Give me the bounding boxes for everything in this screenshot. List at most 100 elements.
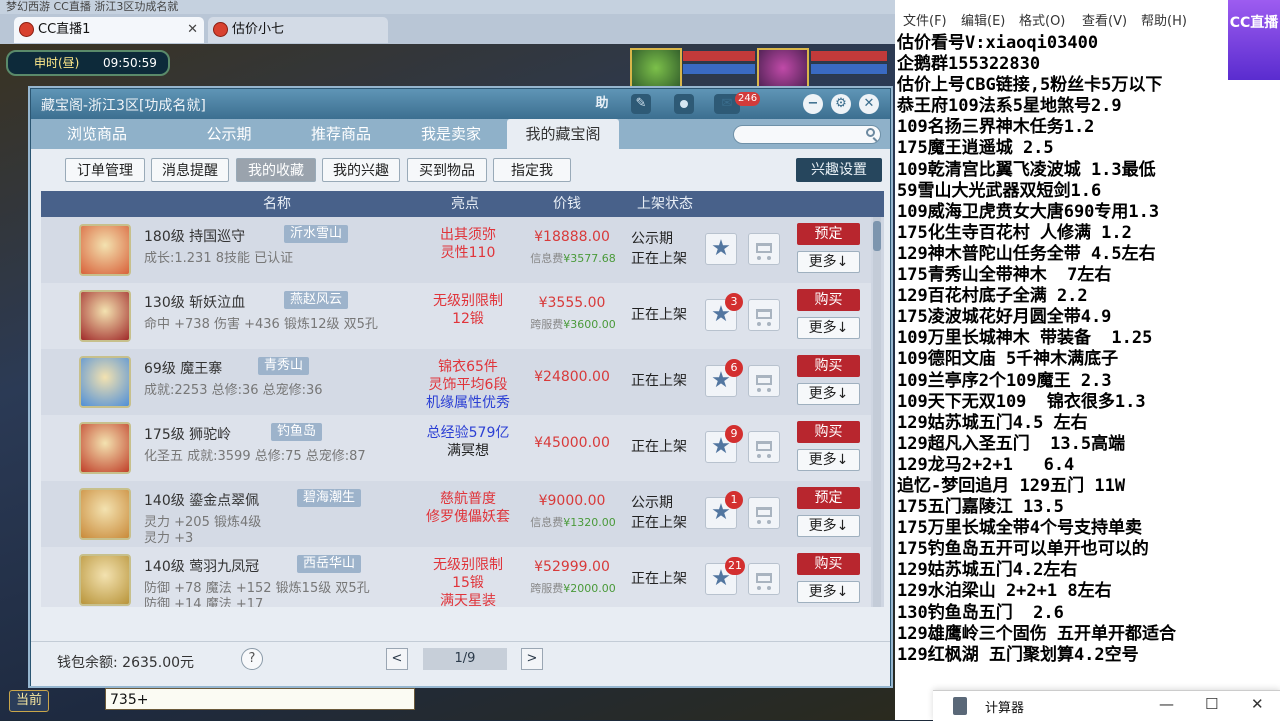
notepad-line: 175魔王逍遥城 2.5 <box>897 138 1054 159</box>
status-line: 公示期 <box>631 495 673 511</box>
more-button[interactable]: 更多↓ <box>797 317 860 339</box>
chat-input[interactable]: 735+ <box>105 688 415 710</box>
buy-button[interactable]: 购买 <box>797 355 860 377</box>
subtab-favorites[interactable]: 我的收藏 <box>236 158 316 182</box>
buy-button[interactable]: 购买 <box>797 553 860 575</box>
reserve-button[interactable]: 预定 <box>797 223 860 245</box>
favorite-star-icon[interactable]: ★ <box>705 233 737 265</box>
buy-button[interactable]: 购买 <box>797 289 860 311</box>
menu-format[interactable]: 格式(O) <box>1019 10 1065 29</box>
scrollbar[interactable] <box>873 217 881 607</box>
cart-icon[interactable] <box>748 233 780 265</box>
item-title[interactable]: 69级 魔王寨 <box>144 358 222 378</box>
item-thumbnail[interactable] <box>79 554 131 606</box>
item-thumbnail[interactable] <box>79 422 131 474</box>
item-attributes: 化圣五 成就:3599 总修:75 总宠修:87 <box>144 449 414 465</box>
window-titlebar[interactable]: 藏宝阁-浙江3区[功成名就] 助 ✎ ✉ 246 − ⚙ ✕ <box>31 89 890 119</box>
item-thumbnail[interactable] <box>79 224 131 276</box>
table-row[interactable]: 180级 持国巡守 沂水雪山 成长:1.231 8技能 已认证 出其须弥 灵性110 ¥1… <box>41 217 871 284</box>
tab-cc-live[interactable]: CC直播1 ✕ <box>14 17 204 43</box>
menu-edit[interactable]: 编辑(E) <box>961 10 1005 29</box>
status-line: 正在上架 <box>631 439 687 455</box>
more-button[interactable]: 更多↓ <box>797 251 860 273</box>
subtab-messages[interactable]: 消息提醒 <box>151 158 229 182</box>
player-portrait[interactable] <box>757 48 809 92</box>
table-row[interactable]: 130级 斩妖泣血 燕赵风云 命中 +738 伤害 +436 锻炼12级 双5孔 无级… <box>41 283 871 350</box>
record-icon[interactable] <box>674 94 694 114</box>
cart-icon[interactable] <box>748 431 780 463</box>
search-input[interactable] <box>733 125 881 144</box>
minimize-icon[interactable]: − <box>803 94 823 114</box>
tab-my-pavilion[interactable]: 我的藏宝阁 <box>507 119 619 149</box>
item-thumbnail[interactable] <box>79 290 131 342</box>
notepad-line: 130钓鱼岛五门 2.6 <box>897 602 1064 623</box>
cart-icon[interactable] <box>748 563 780 595</box>
column-name: 名称 <box>263 196 291 212</box>
table-row[interactable]: 140级 莺羽九凤冠 西岳华山 防御 +78 魔法 +152 锻炼15级 双5孔 防御… <box>41 547 871 607</box>
column-price: 价钱 <box>553 196 581 212</box>
more-button[interactable]: 更多↓ <box>797 515 860 537</box>
menu-view[interactable]: 查看(V) <box>1082 10 1127 29</box>
favorite-count-badge: 1 <box>725 491 743 509</box>
item-price: ¥3555.00 <box>538 295 606 311</box>
subtab-purchased[interactable]: 买到物品 <box>407 158 487 182</box>
pet-portrait[interactable] <box>630 48 682 92</box>
more-button[interactable]: 更多↓ <box>797 581 860 603</box>
item-thumbnail[interactable] <box>79 488 131 540</box>
help-button[interactable]: ? <box>241 648 263 670</box>
menu-help[interactable]: 帮助(H) <box>1141 10 1187 29</box>
table-row[interactable]: 140级 鎏金点翠佩 碧海潮生 灵力 +205 锻炼4级 灵力 +3 慈航普度 修罗傀儡妖… <box>41 481 871 548</box>
item-title[interactable]: 140级 鎏金点翠佩 <box>144 490 259 510</box>
minimize-icon[interactable]: — <box>1159 695 1174 713</box>
notepad-text[interactable]: 估价看号V:xiaoqi03400 企鹅群155322830 估价上号CBG链接,5… <box>897 33 1277 666</box>
item-attributes: 成长:1.231 8技能 已认证 <box>144 251 414 267</box>
next-page-button[interactable]: > <box>521 648 543 670</box>
item-title[interactable]: 130级 斩妖泣血 <box>144 292 245 312</box>
clock-label: 申时(昼) <box>34 56 80 70</box>
item-title[interactable]: 180级 持国巡守 <box>144 226 245 246</box>
more-button[interactable]: 更多↓ <box>797 383 860 405</box>
chat-channel-button[interactable]: 当前 <box>9 690 49 712</box>
cart-icon[interactable] <box>748 299 780 331</box>
interest-settings-button[interactable]: 兴趣设置 <box>796 158 882 182</box>
more-button[interactable]: 更多↓ <box>797 449 860 471</box>
prev-page-button[interactable]: < <box>386 648 408 670</box>
settings-icon[interactable]: ⚙ <box>831 94 851 114</box>
item-thumbnail[interactable] <box>79 356 131 408</box>
subtab-orders[interactable]: 订单管理 <box>65 158 145 182</box>
close-icon[interactable]: ✕ <box>187 17 198 43</box>
cart-icon[interactable] <box>748 497 780 529</box>
attribute-line: 防御 +14 魔法 +17 <box>144 597 264 607</box>
search-icon[interactable] <box>866 128 875 137</box>
menu-file[interactable]: 文件(F) <box>903 10 947 29</box>
tab-public[interactable]: 公示期 <box>173 119 285 149</box>
tab-seller[interactable]: 我是卖家 <box>395 119 507 149</box>
item-title[interactable]: 175级 狮驼岭 <box>144 424 231 444</box>
maximize-icon[interactable]: ☐ <box>1205 695 1218 713</box>
close-icon[interactable]: ✕ <box>859 94 879 114</box>
subtab-designated[interactable]: 指定我 <box>493 158 571 182</box>
tab-appraisal[interactable]: 估价小七 <box>208 17 388 43</box>
cart-icon[interactable] <box>748 365 780 397</box>
tab-browse[interactable]: 浏览商品 <box>41 119 153 149</box>
close-icon[interactable]: ✕ <box>1251 695 1264 713</box>
reserve-button[interactable]: 预定 <box>797 487 860 509</box>
notepad-line: 估价上号CBG链接,5粉丝卡5万以下 <box>897 75 1163 96</box>
buy-button[interactable]: 购买 <box>797 421 860 443</box>
favorite-count-badge: 9 <box>725 425 743 443</box>
notepad-line: 129水泊梁山 2+2+1 8左右 <box>897 581 1112 602</box>
scroll-thumb[interactable] <box>873 221 881 251</box>
server-tag: 钓鱼岛 <box>271 423 323 441</box>
tab-recommend[interactable]: 推荐商品 <box>285 119 397 149</box>
help-button[interactable]: 助 <box>591 94 613 114</box>
favorite-count-badge: 6 <box>725 359 743 377</box>
cc-favicon-icon <box>19 22 34 37</box>
edit-icon[interactable]: ✎ <box>631 94 651 114</box>
subtab-interests[interactable]: 我的兴趣 <box>322 158 400 182</box>
table-row[interactable]: 69级 魔王寨 青秀山 成就:2253 总修:36 总宠修:36 锦衣65件 灵饰平均6… <box>41 349 871 416</box>
calculator-window[interactable]: 计算器 — ☐ ✕ <box>933 690 1280 721</box>
favorite-count-badge: 3 <box>725 293 743 311</box>
cc-favicon-icon <box>213 22 228 37</box>
table-row[interactable]: 175级 狮驼岭 钓鱼岛 化圣五 成就:3599 总修:75 总宠修:87 总经验57… <box>41 415 871 482</box>
item-title[interactable]: 140级 莺羽九凤冠 <box>144 556 259 576</box>
